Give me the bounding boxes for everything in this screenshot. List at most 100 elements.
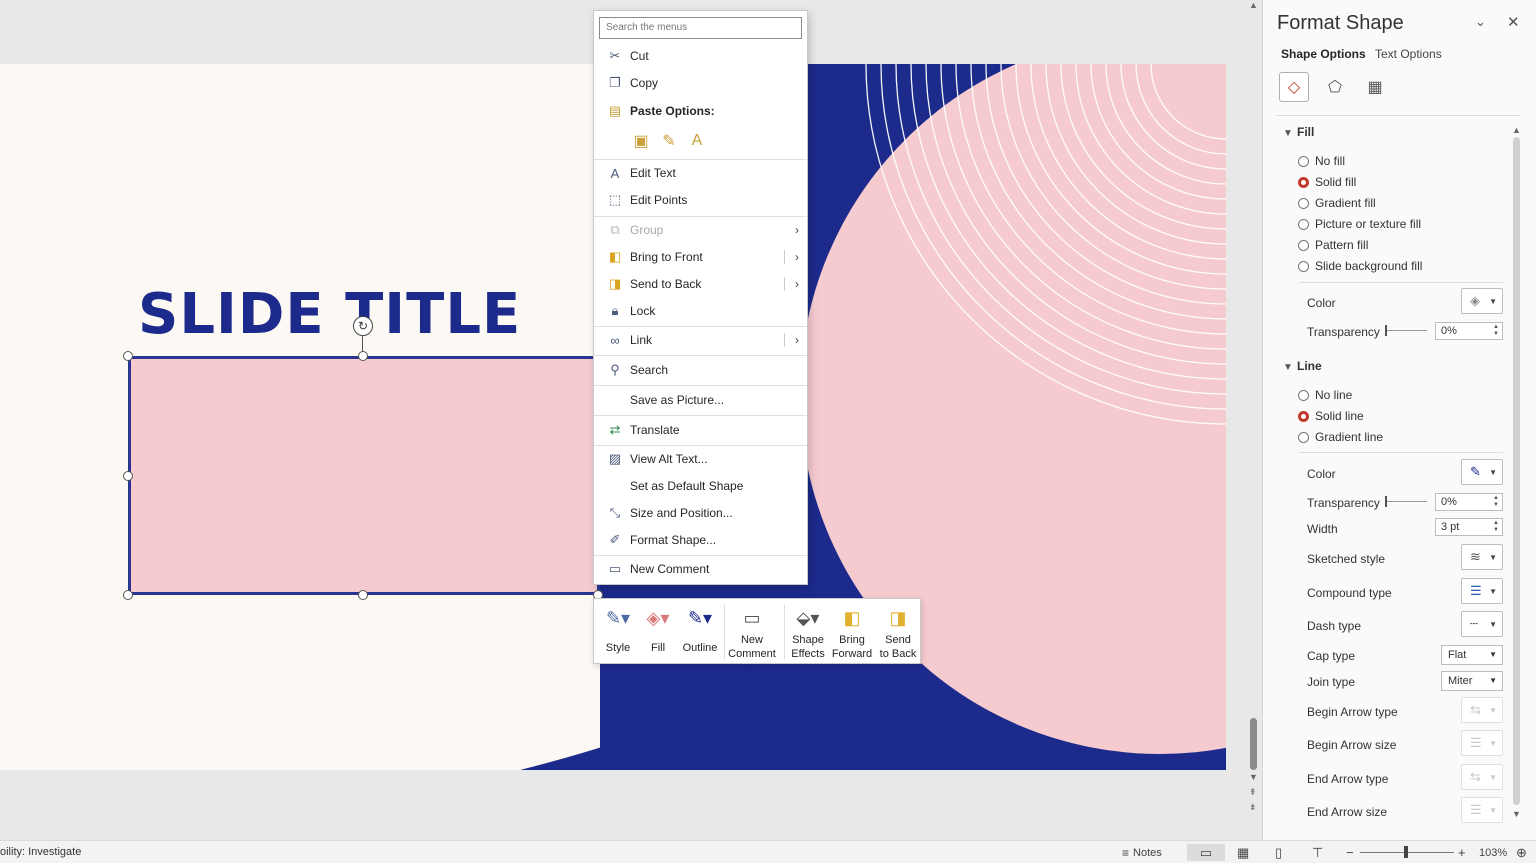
paste-text-only-icon[interactable]: A (686, 129, 708, 153)
selected-rectangle-shape[interactable] (128, 356, 600, 595)
radio-gradient-line[interactable]: Gradient line (1298, 430, 1383, 444)
resize-handle-bottom-left[interactable] (123, 590, 133, 600)
style-button[interactable]: ✎▾ Style (602, 603, 634, 661)
menu-item-size-and-position[interactable]: ⤡ Size and Position... (594, 500, 807, 526)
zoom-level[interactable]: 103% (1479, 844, 1507, 861)
zoom-out-icon[interactable]: − (1346, 844, 1354, 861)
menu-item-view-alt-text[interactable]: ▨ View Alt Text... (594, 446, 807, 472)
join-type-select[interactable]: Miter ▼ (1441, 671, 1503, 691)
dash-type-dropdown[interactable]: ┄ ▼ (1461, 611, 1503, 637)
menu-item-set-default-shape[interactable]: Set as Default Shape (594, 473, 807, 499)
menu-item-edit-points[interactable]: ⬚ Edit Points (594, 187, 807, 213)
radio-solid-fill[interactable]: Solid fill (1298, 175, 1356, 189)
paste-keep-source-icon[interactable]: ▣ (630, 129, 652, 153)
radio-slide-background-fill[interactable]: Slide background fill (1298, 259, 1422, 273)
menu-item-send-to-back[interactable]: ◨ Send to Back › (594, 271, 807, 297)
menu-item-format-shape[interactable]: ✐ Format Shape... (594, 527, 807, 553)
begin-arrow-type-label: Begin Arrow type (1307, 705, 1398, 719)
scroll-up-icon[interactable]: ▲ (1512, 125, 1521, 135)
notes-button[interactable]: ≡ Notes (1122, 844, 1162, 861)
chevron-right-icon[interactable]: › (795, 250, 799, 264)
rotate-handle-icon[interactable]: ↻ (353, 316, 373, 336)
slideshow-icon[interactable]: ⊤ (1312, 844, 1323, 861)
menu-item-search[interactable]: ⚲ Search (594, 357, 807, 383)
menu-item-new-comment[interactable]: ▭ New Comment (594, 556, 807, 582)
cap-type-select[interactable]: Flat ▼ (1441, 645, 1503, 665)
close-icon[interactable]: ✕ (1507, 13, 1520, 31)
next-slide-icon[interactable]: ⇟ (1249, 802, 1257, 813)
spinner-arrows-icon[interactable]: ▲ ▼ (1493, 495, 1499, 509)
chevron-right-icon[interactable]: › (795, 333, 799, 347)
menu-item-bring-to-front[interactable]: ◧ Bring to Front › (594, 244, 807, 270)
chevron-right-icon[interactable]: › (795, 277, 799, 291)
size-properties-icon[interactable]: ▦ (1360, 72, 1390, 102)
menu-item-translate[interactable]: ⇄ Translate (594, 417, 807, 443)
sketched-style-dropdown[interactable]: ≋ ▼ (1461, 544, 1503, 570)
resize-handle-left[interactable] (123, 471, 133, 481)
previous-slide-icon[interactable]: ⇞ (1249, 787, 1257, 798)
fill-transparency-slider[interactable] (1385, 325, 1427, 336)
bring-forward-button[interactable]: ◧ Bring Forward (830, 603, 874, 661)
scrollbar-thumb[interactable] (1513, 137, 1520, 805)
radio-picture-texture-fill[interactable]: Picture or texture fill (1298, 217, 1421, 231)
scroll-down-icon[interactable]: ▼ (1249, 772, 1258, 782)
tab-shape-options[interactable]: Shape Options (1281, 47, 1366, 61)
zoom-in-icon[interactable]: + (1458, 844, 1466, 861)
menu-item-save-as-picture[interactable]: Save as Picture... (594, 387, 807, 413)
shape-effects-button[interactable]: ⬙▾ Shape Effects (790, 603, 826, 661)
spinner-arrows-icon[interactable]: ▲ ▼ (1493, 324, 1499, 338)
line-section-header[interactable]: ▼ Line (1283, 359, 1322, 373)
end-arrow-type-dropdown: ⇆ ▼ (1461, 764, 1503, 790)
menu-item-copy[interactable]: ❐ Copy (594, 70, 807, 96)
send-to-back-icon: ◨ (889, 607, 907, 628)
outline-button[interactable]: ✎▾ Outline (680, 603, 720, 661)
fill-line-icon[interactable]: ◇ (1279, 72, 1309, 102)
paste-picture-icon[interactable]: ✎ (658, 129, 680, 153)
radio-solid-line[interactable]: Solid line (1298, 409, 1364, 423)
resize-handle-top[interactable] (358, 351, 368, 361)
resize-handle-top-left[interactable] (123, 351, 133, 361)
end-arrow-type-label: End Arrow type (1307, 772, 1389, 786)
pane-scrollbar[interactable]: ▲ ▼ (1511, 125, 1523, 825)
scroll-up-icon[interactable]: ▲ (1249, 0, 1258, 10)
menu-item-edit-text[interactable]: A Edit Text (594, 160, 807, 186)
fill-transparency-input[interactable]: 0% ▲ ▼ (1435, 322, 1503, 340)
menu-separator (594, 355, 807, 356)
radio-gradient-fill[interactable]: Gradient fill (1298, 196, 1376, 210)
spinner-arrows-icon[interactable]: ▲ ▼ (1493, 520, 1499, 534)
menu-item-link[interactable]: ∞ Link › (594, 327, 807, 353)
fill-color-dropdown[interactable]: ◈ ▼ (1461, 288, 1503, 314)
normal-view-icon[interactable]: ▭ (1187, 844, 1225, 861)
line-color-dropdown[interactable]: ✎ ▼ (1461, 459, 1503, 485)
vertical-scrollbar[interactable]: ▲ ▼ ⇞ ⇟ (1246, 0, 1262, 830)
line-width-label: Width (1307, 522, 1338, 536)
reading-view-icon[interactable]: ▯ (1275, 844, 1282, 861)
effects-pentagon-icon[interactable]: ⬠ (1320, 72, 1350, 102)
fill-button[interactable]: ◈▾ Fill (644, 603, 672, 661)
line-transparency-slider[interactable] (1385, 496, 1427, 507)
slide-sorter-icon[interactable]: ▦ (1237, 844, 1249, 861)
compound-type-dropdown[interactable]: ☰ ▼ (1461, 578, 1503, 604)
scroll-down-icon[interactable]: ▼ (1512, 809, 1521, 819)
line-width-input[interactable]: 3 pt ▲ ▼ (1435, 518, 1503, 536)
send-to-back-button[interactable]: ◨ Send to Back (878, 603, 918, 661)
line-transparency-input[interactable]: 0% ▲ ▼ (1435, 493, 1503, 511)
menu-item-lock[interactable]: 🔒︎ Lock (594, 298, 807, 324)
arrow-type-icon: ⇆ (1470, 769, 1481, 784)
scrollbar-thumb[interactable] (1250, 718, 1257, 770)
status-bar: oility: Investigate ≡ Notes ▭ ▦ ▯ ⊤ − + 1… (0, 840, 1536, 863)
zoom-slider-thumb[interactable] (1404, 846, 1408, 858)
new-comment-button[interactable]: ▭ New Comment (728, 603, 776, 661)
radio-no-line[interactable]: No line (1298, 388, 1352, 402)
menu-item-cut[interactable]: ✂ Cut (594, 43, 807, 69)
radio-no-fill[interactable]: No fill (1298, 154, 1345, 168)
tab-text-options[interactable]: Text Options (1375, 47, 1442, 61)
resize-handle-bottom[interactable] (358, 590, 368, 600)
slide-title[interactable]: SLIDE TITLE (138, 282, 521, 347)
accessibility-status[interactable]: oility: Investigate (0, 846, 81, 858)
fill-section-header[interactable]: ▼ Fill (1283, 125, 1314, 139)
fit-to-window-icon[interactable]: ⊕ (1516, 844, 1527, 861)
menu-search-input[interactable]: Search the menus (599, 17, 802, 39)
radio-pattern-fill[interactable]: Pattern fill (1298, 238, 1368, 252)
chevron-down-icon[interactable]: ⌄ (1475, 14, 1486, 30)
